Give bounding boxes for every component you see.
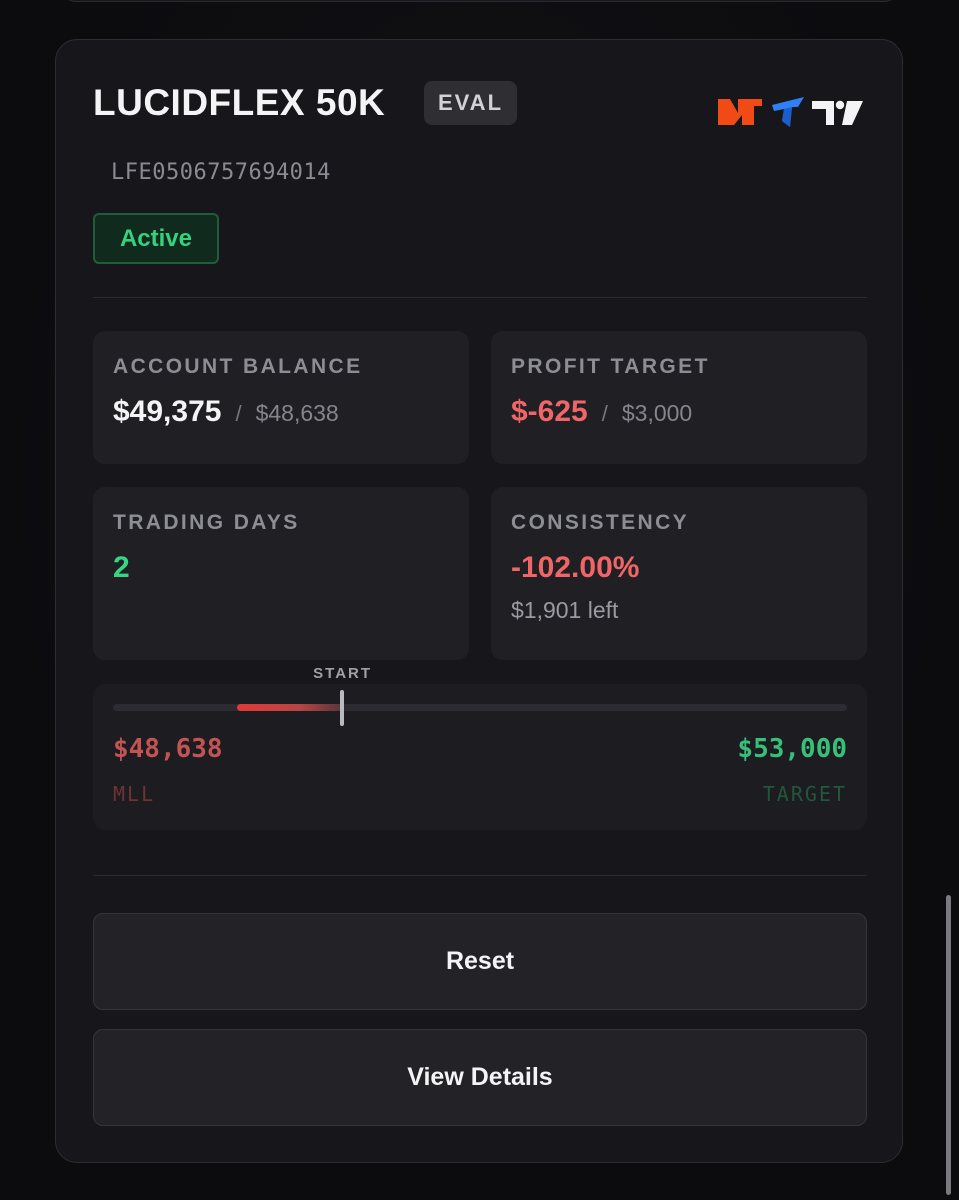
account-id: LFE0506757694014	[111, 160, 331, 185]
start-label: START	[313, 665, 373, 682]
tradovate-logo	[772, 97, 804, 127]
ninjatrader-logo	[718, 99, 762, 125]
mll-value: $48,638	[113, 734, 223, 764]
value-separator: /	[601, 401, 608, 426]
profit-target-label: PROFIT TARGET	[511, 355, 710, 378]
progress-track	[113, 690, 847, 726]
progress-fill	[237, 704, 343, 711]
target-label: TARGET	[762, 782, 847, 806]
trading-days-label: TRADING DAYS	[113, 511, 300, 534]
account-title: LUCIDFLEX 50K	[93, 82, 386, 123]
consistency-label: CONSISTENCY	[511, 511, 690, 534]
mll-label: MLL	[113, 782, 156, 806]
value-separator: /	[235, 401, 242, 426]
consistency-remaining: $1,901 left	[511, 597, 619, 623]
account-balance-starting: $48,638	[255, 400, 339, 426]
platform-logos	[718, 97, 863, 127]
target-value: $53,000	[737, 734, 847, 764]
drawdown-progress-panel: START $48,638 MLL $53,000 TARGET	[93, 665, 867, 830]
start-marker	[340, 690, 345, 726]
account-balance-value: $49,375	[113, 395, 222, 428]
consistency-value: -102.00%	[511, 551, 640, 584]
trading-days-value: 2	[113, 551, 130, 584]
tradingview-logo	[812, 100, 863, 125]
account-balance-card: ACCOUNT BALANCE $49,375 / $48,638	[93, 331, 469, 464]
page: LUCIDFLEX 50K EVAL LFE0506757694014 Acti…	[0, 0, 959, 1200]
profit-target-goal: $3,000	[621, 400, 693, 426]
view-details-button[interactable]: View Details	[93, 1029, 867, 1126]
profit-target-card: PROFIT TARGET $-625 / $3,000	[491, 331, 867, 464]
divider	[93, 875, 867, 876]
reset-button[interactable]: Reset	[93, 913, 867, 1010]
account-type-badge: EVAL	[424, 81, 517, 125]
previous-account-card	[60, 0, 900, 2]
consistency-card: CONSISTENCY -102.00% $1,901 left	[491, 487, 867, 660]
profit-target-value: $-625	[511, 395, 588, 428]
status-badge: Active	[93, 213, 219, 264]
scrollbar[interactable]	[946, 895, 951, 1195]
trading-days-card: TRADING DAYS 2	[93, 487, 469, 660]
account-balance-label: ACCOUNT BALANCE	[113, 355, 363, 378]
divider	[93, 297, 867, 298]
account-card: LUCIDFLEX 50K EVAL LFE0506757694014 Acti…	[55, 39, 903, 1163]
